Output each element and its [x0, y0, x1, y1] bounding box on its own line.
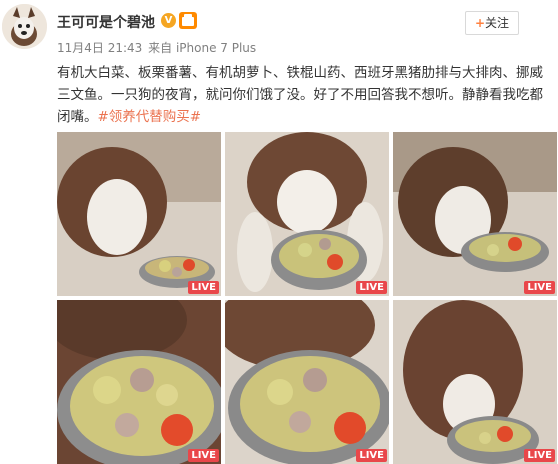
dog-photo-image [225, 300, 389, 464]
live-badge: LIVE [356, 449, 387, 462]
dog-photo-image [393, 300, 557, 464]
plus-icon: + [474, 16, 486, 30]
verified-icon: V [161, 13, 176, 28]
post-meta: 11月4日 21:43 来自 iPhone 7 Plus [57, 39, 256, 56]
photo-6[interactable]: LIVE [393, 300, 557, 464]
dog-photo-image [57, 300, 221, 464]
live-badge: LIVE [188, 449, 219, 462]
live-badge: LIVE [188, 281, 219, 294]
photo-1[interactable]: LIVE [57, 132, 221, 296]
post-source: 来自 iPhone 7 Plus [148, 41, 257, 55]
member-badge-icon [179, 12, 197, 29]
follow-button[interactable]: +关注 [465, 11, 519, 35]
photo-5[interactable]: LIVE [225, 300, 389, 464]
post-date[interactable]: 11月4日 21:43 [57, 41, 142, 55]
follow-label: 关注 [485, 16, 510, 30]
dog-avatar-icon [2, 4, 47, 49]
dog-photo-image [393, 132, 557, 296]
dog-photo-image [57, 132, 221, 296]
photo-3[interactable]: LIVE [393, 132, 557, 296]
post-text: 有机大白菜、板栗番薯、有机胡萝卜、铁棍山药、西班牙黑猪肋排与大排肉、挪威三文鱼。… [57, 62, 552, 128]
photo-2[interactable]: LIVE [225, 132, 389, 296]
hashtag-link[interactable]: #领养代替购买# [98, 109, 202, 125]
photo-4[interactable]: LIVE [57, 300, 221, 464]
dog-photo-image [225, 132, 389, 296]
avatar[interactable] [2, 4, 47, 49]
live-badge: LIVE [524, 449, 555, 462]
live-badge: LIVE [356, 281, 387, 294]
live-badge: LIVE [524, 281, 555, 294]
username[interactable]: 王可可是个碧池 [57, 12, 155, 32]
